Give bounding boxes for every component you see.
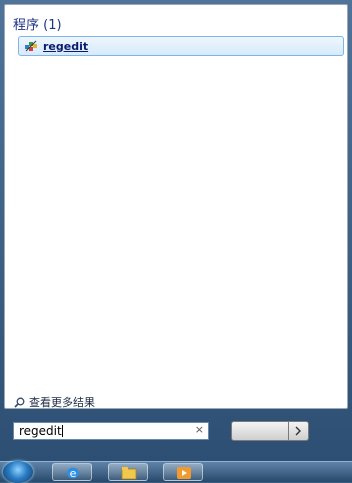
media-player-icon [177,467,191,479]
search-input[interactable]: regedit × [13,422,209,440]
shutdown-options-button[interactable] [289,421,309,441]
search-icon [14,397,25,408]
more-results-label: 查看更多结果 [29,396,95,409]
registry-editor-icon [25,40,37,51]
result-label: regedit [43,39,89,53]
see-more-results-link[interactable]: 查看更多结果 [14,394,95,410]
start-menu: 程序 (1) regedit 查看更多结果 regedit × [0,0,352,461]
windows-explorer-icon [121,467,137,480]
taskbar-button-media[interactable] [163,463,203,481]
result-item-regedit[interactable]: regedit [18,36,344,56]
taskbar-button-explorer[interactable] [108,463,148,481]
search-results-panel: 程序 (1) regedit 查看更多结果 [4,4,348,409]
programs-section-header: 程序 (1) [13,18,62,33]
internet-explorer-icon: e [67,467,79,480]
taskbar-button-ie[interactable]: e [52,463,92,481]
shutdown-button[interactable] [231,421,289,441]
close-icon[interactable]: × [195,423,204,436]
chevron-right-icon [295,426,301,436]
text-caret [61,425,63,437]
search-input-value: regedit [19,424,62,438]
start-button[interactable] [3,461,33,483]
svg-text:e: e [70,467,77,480]
